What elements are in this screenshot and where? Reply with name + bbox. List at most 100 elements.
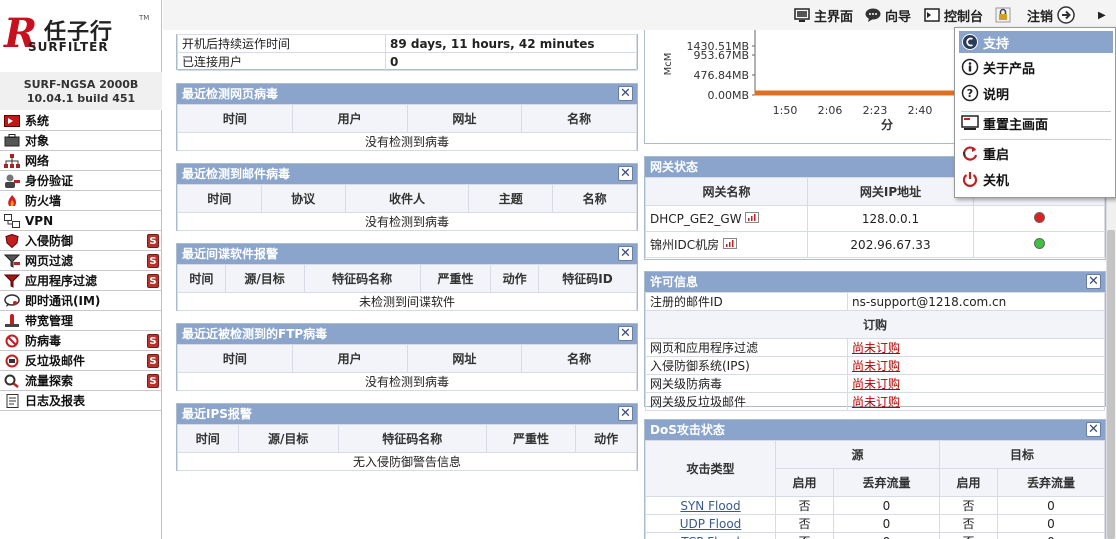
menu-item-shutdown[interactable]: 关机: [961, 168, 1111, 190]
fire-icon: [4, 194, 20, 208]
attack-type: TCP Flood: [645, 532, 776, 539]
column-header: 源/目标: [224, 264, 305, 293]
column-header: 时间: [177, 424, 239, 453]
column-header: 名称: [521, 344, 637, 373]
close-icon[interactable]: ✕: [1086, 274, 1101, 289]
cell: 0: [997, 514, 1105, 533]
system-info-panel: 开机后持续运作时间 89 days, 11 hours, 42 minutes 已…: [176, 34, 638, 71]
attack-type: SYN Flood: [645, 496, 776, 515]
sidebar-item-vpn[interactable]: VPN: [0, 211, 162, 231]
close-icon[interactable]: ✕: [618, 406, 633, 421]
attack-type-link[interactable]: SYN Flood: [680, 499, 740, 513]
menu-item-about[interactable]: 关于产品: [961, 56, 1111, 78]
logout-button[interactable]: 注销: [1027, 5, 1079, 25]
column-header: 特征码名称: [303, 264, 421, 293]
close-icon[interactable]: ✕: [618, 326, 633, 341]
sidebar-item-web-filter[interactable]: 网页过滤 S: [0, 251, 162, 271]
sidebar-item-firewall[interactable]: 防火墙: [0, 191, 162, 211]
sidebar-item-app-filter[interactable]: 应用程序过滤 S: [0, 271, 162, 291]
license-item-label: 入侵防御系统(IPS): [645, 356, 848, 375]
app-window: R 任子行 SURFILTER TM SURF-NGSA 2000B 10.04…: [0, 0, 1116, 539]
y-axis-label: McM: [663, 53, 674, 76]
close-icon[interactable]: ✕: [618, 166, 633, 181]
console-button[interactable]: 控制台: [924, 5, 983, 25]
column-header: 名称: [521, 104, 637, 133]
network-icon: [4, 153, 20, 168]
cell: 0: [997, 496, 1105, 515]
menu-item-label: 说明: [983, 87, 1010, 103]
signal-icon: [723, 238, 737, 249]
sidebar-item-label: 带宽管理: [25, 314, 74, 328]
sidebar-item-auth[interactable]: 身份验证: [0, 171, 162, 191]
sidebar: R 任子行 SURFILTER TM SURF-NGSA 2000B 10.04…: [0, 0, 162, 539]
subscription-badge: S: [147, 274, 159, 288]
not-subscribed-link[interactable]: 尚未订购: [852, 359, 900, 373]
subscription-badge: S: [147, 254, 159, 268]
sidebar-item-antispam[interactable]: 反垃圾邮件 S: [0, 351, 162, 371]
column-header: 丢弃流量: [997, 468, 1105, 497]
info-icon: [961, 58, 979, 76]
attack-type: UDP Flood: [645, 514, 776, 533]
panel-header: 许可信息 ✕: [645, 272, 1105, 292]
attack-type-link[interactable]: TCP Flood: [681, 535, 740, 539]
menu-item-support[interactable]: 支持: [959, 31, 1113, 53]
gateway-ip: 202.96.67.33: [807, 231, 974, 258]
sidebar-item-bandwidth[interactable]: 带宽管理: [0, 311, 162, 331]
briefcase-icon: [4, 134, 20, 148]
menu-item-help[interactable]: ? 说明: [961, 82, 1111, 104]
sidebar-item-objects[interactable]: 对象: [0, 131, 162, 151]
panel-header: 最近IPS报警 ✕: [177, 404, 637, 424]
column-header: 时间: [177, 184, 262, 213]
panel-title: 网关状态: [650, 160, 699, 174]
connected-users-value: 0: [385, 52, 637, 71]
support-icon: [961, 33, 979, 51]
signal-icon: [745, 211, 760, 223]
sidebar-item-network[interactable]: 网络: [0, 151, 162, 171]
menu-separator: [961, 139, 1111, 140]
not-subscribed-link[interactable]: 尚未订购: [852, 395, 900, 409]
sidebar-item-im[interactable]: 即时通讯(IM): [0, 291, 162, 311]
status-dot-icon: [1033, 211, 1045, 223]
column-header: 收件人: [344, 184, 470, 213]
column-header: 主题: [468, 184, 554, 213]
cell: 否: [939, 514, 998, 533]
menu-item-reset[interactable]: 重置主画面: [961, 112, 1111, 134]
gateway-name-text: DHCP_GE2_GW: [650, 211, 742, 226]
empty-message: 没有检测到病毒: [177, 372, 637, 391]
attack-type-link[interactable]: UDP Flood: [680, 517, 742, 531]
close-icon[interactable]: ✕: [1086, 422, 1101, 437]
menu-item-restart[interactable]: 重启: [961, 142, 1111, 164]
panel-title: 最近检测网页病毒: [182, 87, 279, 101]
sidebar-item-ips[interactable]: 入侵防御 S: [0, 231, 162, 251]
close-icon[interactable]: ✕: [618, 246, 633, 261]
uptime-value: 89 days, 11 hours, 42 minutes: [385, 34, 637, 53]
logo-tm: TM: [139, 14, 150, 22]
sidebar-item-label: 防火墙: [25, 194, 62, 208]
not-subscribed-link[interactable]: 尚未订购: [852, 377, 900, 391]
power-icon: [961, 170, 979, 188]
wizard-button[interactable]: 向导: [865, 5, 911, 25]
scrollbar-thumb[interactable]: [1107, 230, 1115, 539]
lock-button[interactable]: [995, 5, 1015, 25]
empty-message: 没有检测到病毒: [177, 132, 637, 151]
y-tick-label: 0.00MB: [707, 89, 749, 102]
menu-item-label: 支持: [983, 36, 1010, 52]
status-dot-icon: [1033, 237, 1045, 249]
mail-virus-panel: 最近检测到邮件病毒 ✕ 时间 协议 收件人 主题 名称 没有检测到病毒: [176, 163, 638, 231]
menu-arrow-icon[interactable]: ▶: [1098, 5, 1106, 25]
sidebar-item-antivirus[interactable]: 防病毒 S: [0, 331, 162, 351]
close-icon[interactable]: ✕: [618, 86, 633, 101]
sidebar-item-logs[interactable]: 日志及报表: [0, 391, 162, 411]
vpn-icon: [4, 213, 20, 228]
sidebar-item-label: 网络: [25, 154, 50, 168]
main-screen-button[interactable]: 主界面: [794, 5, 853, 25]
subscription-badge: S: [147, 374, 159, 388]
panel-header: 最近近被检测到的FTP病毒 ✕: [177, 324, 637, 344]
top-toolbar: 主界面 向导 控制台 注销 ▶: [163, 0, 1116, 30]
sidebar-item-traffic-explorer[interactable]: 流量探索 S: [0, 371, 162, 391]
column-header: 丢弃流量: [833, 468, 940, 497]
empty-message: 没有检测到病毒: [177, 212, 637, 231]
not-subscribed-link[interactable]: 尚未订购: [852, 341, 900, 355]
sidebar-item-system[interactable]: 系统: [0, 111, 162, 131]
cell: 0: [833, 514, 940, 533]
